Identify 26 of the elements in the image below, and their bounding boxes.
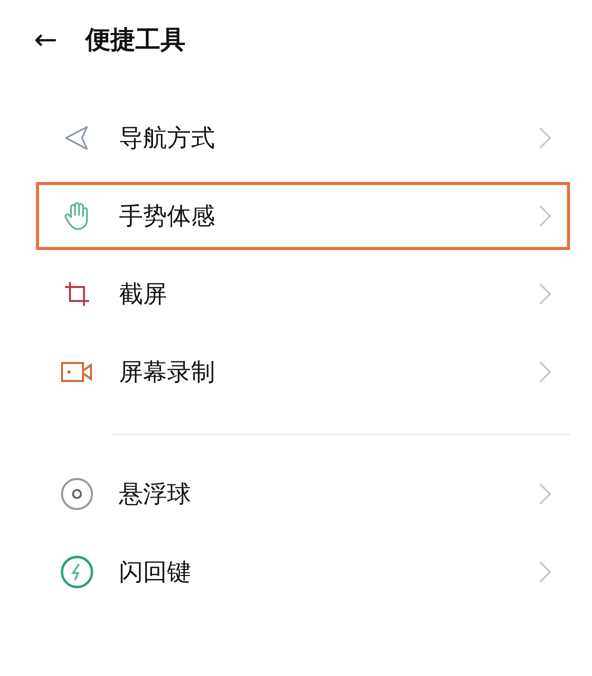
- settings-item[interactable]: 导航方式: [36, 104, 570, 172]
- item-label: 屏幕录制: [118, 357, 216, 388]
- item-label: 悬浮球: [118, 479, 192, 510]
- back-button[interactable]: ←: [34, 22, 58, 56]
- item-label: 手势体感: [118, 201, 216, 232]
- settings-item[interactable]: 手势体感: [36, 182, 570, 250]
- item-label: 截屏: [118, 279, 168, 310]
- crop-icon: [63, 280, 91, 308]
- settings-item[interactable]: 闪回键: [36, 538, 570, 606]
- chevron-icon: [539, 483, 551, 505]
- chevron-icon: [539, 283, 551, 305]
- arrowhead-icon: [64, 125, 90, 151]
- ring-icon: [60, 477, 94, 511]
- settings-item[interactable]: 截屏: [36, 260, 570, 328]
- item-label: 导航方式: [118, 123, 216, 154]
- video-camera-icon: [61, 361, 93, 383]
- settings-item[interactable]: 悬浮球: [36, 460, 570, 528]
- item-label: 闪回键: [118, 557, 192, 588]
- hand-icon: [64, 201, 90, 231]
- chevron-icon: [539, 361, 551, 383]
- chevron-icon: [539, 127, 551, 149]
- page-title: 便捷工具: [85, 24, 186, 56]
- settings-item[interactable]: 屏幕录制: [36, 338, 570, 406]
- chevron-icon: [539, 205, 551, 227]
- lightning-icon: [60, 555, 94, 589]
- chevron-icon: [539, 561, 551, 583]
